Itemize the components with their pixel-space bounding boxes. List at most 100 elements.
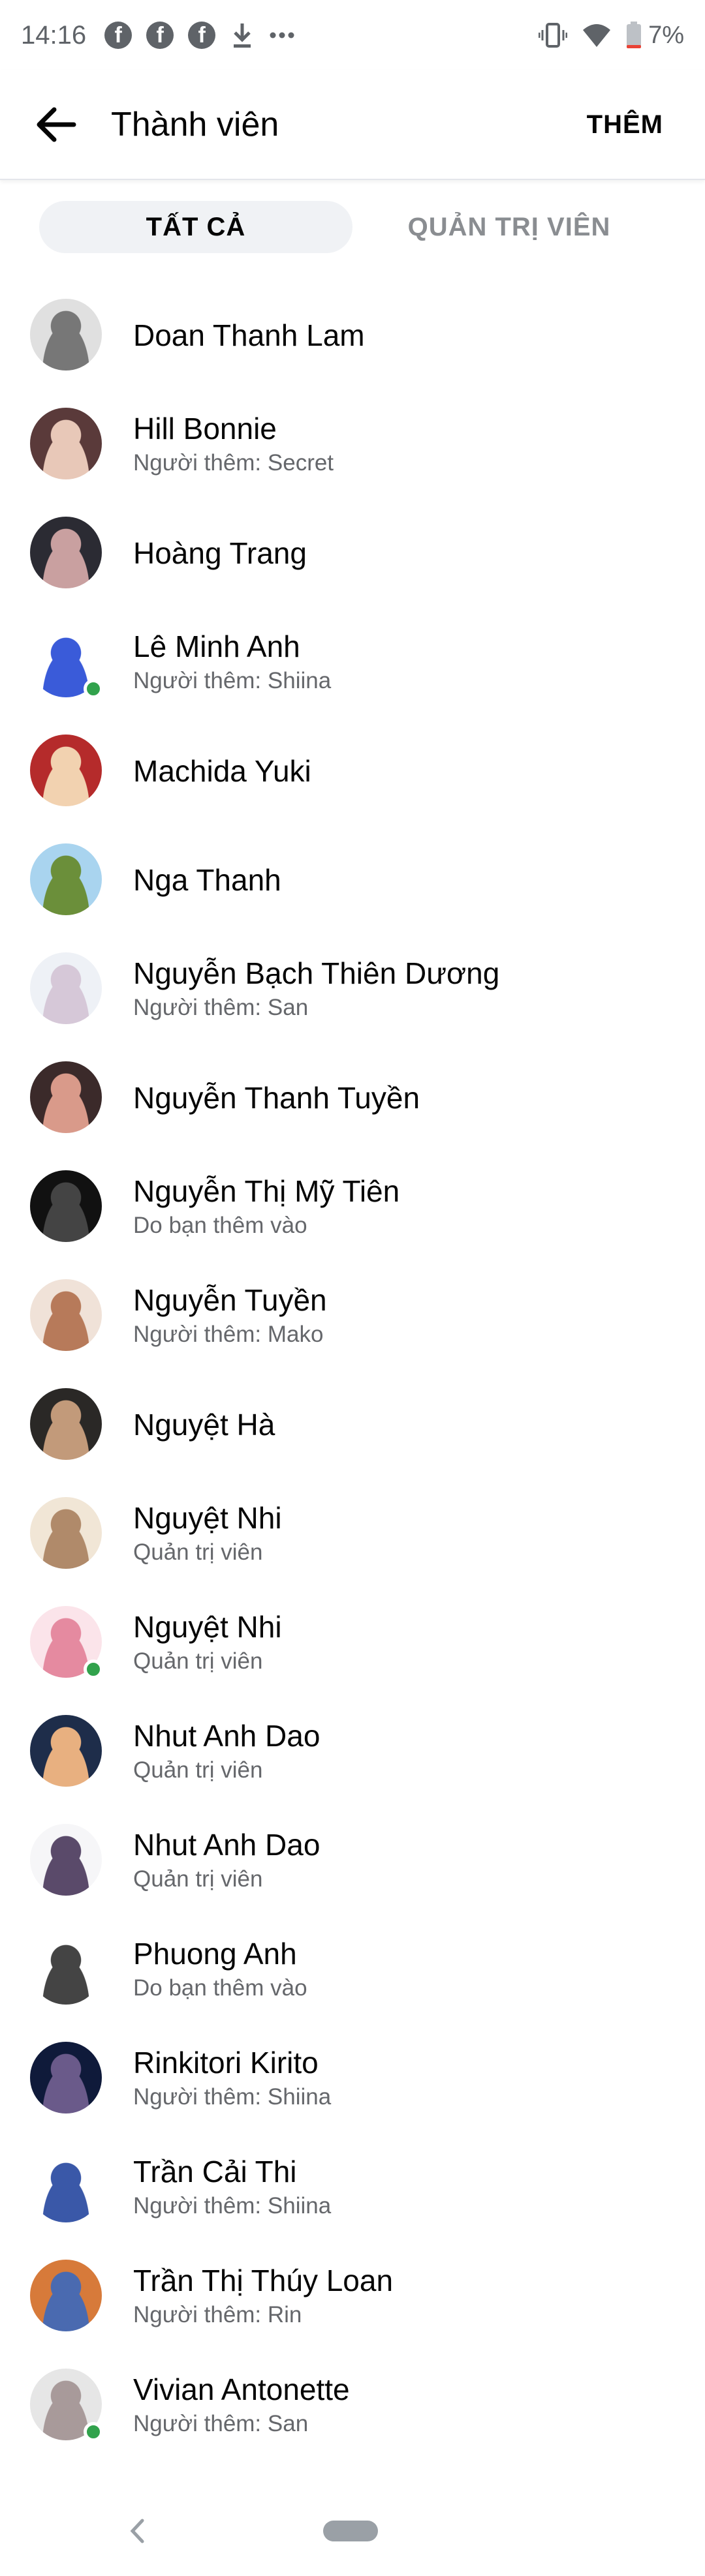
member-name: Nguyệt Hà — [133, 1407, 275, 1442]
avatar — [30, 1061, 102, 1133]
member-row[interactable]: Vivian Antonette Người thêm: San — [0, 2350, 705, 2459]
add-member-button[interactable]: THÊM — [587, 110, 663, 140]
avatar — [30, 1824, 102, 1896]
avatar — [30, 843, 102, 915]
battery-icon — [626, 22, 642, 49]
battery-percent: 7% — [648, 21, 684, 49]
avatar — [30, 2151, 102, 2222]
avatar — [30, 2369, 103, 2442]
member-row[interactable]: Nhut Anh Dao Quản trị viên — [0, 1697, 705, 1806]
avatar — [30, 517, 102, 588]
avatar — [30, 1497, 102, 1569]
avatar — [30, 2042, 102, 2114]
member-subtitle: Người thêm: Shiina — [133, 667, 332, 693]
member-name: Phuong Anh — [133, 1936, 297, 1971]
member-row[interactable]: Nguyễn Thanh Tuyền — [0, 1043, 705, 1152]
avatar — [30, 952, 102, 1024]
member-name: Hill Bonnie — [133, 411, 277, 446]
member-row[interactable]: Nguyệt Nhi Quản trị viên — [0, 1479, 705, 1588]
page-title: Thành viên — [111, 106, 279, 144]
online-status-dot — [84, 679, 103, 699]
tab-bar: TẤT CẢ QUẢN TRỊ VIÊN — [0, 196, 705, 261]
member-name: Nguyệt Nhi — [133, 1609, 282, 1644]
member-name: Doan Thanh Lam — [133, 318, 365, 352]
avatar — [30, 1279, 102, 1351]
member-row[interactable]: Rinkitori Kirito Người thêm: Shiina — [0, 2023, 705, 2132]
member-list: Doan Thanh Lam Hill Bonnie Người thêm: Sec… — [0, 280, 705, 2459]
member-subtitle: Quản trị viên — [133, 1866, 263, 1892]
member-name: Nguyễn Bạch Thiên Dương — [133, 956, 500, 990]
member-row[interactable]: Hoàng Trang — [0, 498, 705, 607]
avatar — [30, 1715, 102, 1787]
member-row[interactable]: Phuong Anh Do bạn thêm vào — [0, 1915, 705, 2023]
member-name: Rinkitori Kirito — [133, 2045, 319, 2080]
avatar — [30, 1170, 102, 1242]
member-subtitle: Người thêm: Shiina — [133, 2084, 332, 2110]
member-name: Trần Cải Thi — [133, 2154, 297, 2189]
member-name: Vivian Antonette — [133, 2372, 350, 2406]
member-name: Hoàng Trang — [133, 536, 307, 570]
member-subtitle: Người thêm: Shiina — [133, 2192, 332, 2219]
avatar — [30, 299, 102, 371]
member-row[interactable]: Nhut Anh Dao Quản trị viên — [0, 1806, 705, 1915]
member-subtitle: Quản trị viên — [133, 1539, 263, 1565]
avatar — [30, 2260, 102, 2331]
home-pill-icon[interactable] — [323, 2521, 378, 2541]
member-name: Nhut Anh Dao — [133, 1718, 321, 1753]
member-row[interactable]: Trần Cải Thi Người thêm: Shiina — [0, 2132, 705, 2241]
member-subtitle: Người thêm: San — [133, 2410, 309, 2436]
avatar — [30, 626, 103, 699]
facebook-icon: f — [146, 22, 174, 49]
online-status-dot — [84, 1659, 103, 1679]
avatar — [30, 1933, 102, 2005]
member-row[interactable]: Nguyệt Hà — [0, 1370, 705, 1479]
status-bar: 14:16 f f f 7% — [0, 0, 705, 70]
member-row[interactable]: Nga Thanh — [0, 825, 705, 934]
member-name: Lê Minh Anh — [133, 629, 300, 663]
vibrate-icon — [539, 21, 568, 50]
member-row[interactable]: Nguyễn Thị Mỹ Tiên Do bạn thêm vào — [0, 1152, 705, 1261]
tab-admins[interactable]: QUẢN TRỊ VIÊN — [352, 201, 666, 253]
member-name: Nguyễn Thanh Tuyền — [133, 1080, 420, 1115]
facebook-icon: f — [188, 22, 216, 49]
status-time: 14:16 — [21, 20, 87, 50]
more-icon — [269, 31, 295, 39]
member-row[interactable]: Hill Bonnie Người thêm: Secret — [0, 389, 705, 498]
member-subtitle: Người thêm: Secret — [133, 449, 334, 476]
member-subtitle: Người thêm: Mako — [133, 1321, 324, 1347]
online-status-dot — [84, 2422, 103, 2442]
download-icon — [230, 21, 255, 50]
member-subtitle: Quản trị viên — [133, 1648, 263, 1674]
avatar — [30, 408, 102, 479]
member-subtitle: Người thêm: San — [133, 994, 309, 1020]
member-row[interactable]: Lê Minh Anh Người thêm: Shiina — [0, 607, 705, 716]
member-row[interactable]: Nguyễn Tuyền Người thêm: Mako — [0, 1261, 705, 1370]
avatar — [30, 1606, 103, 1679]
system-nav-bar — [0, 2485, 705, 2576]
member-name: Nga Thanh — [133, 862, 281, 897]
member-name: Nguyệt Nhi — [133, 1500, 282, 1535]
tab-all[interactable]: TẤT CẢ — [39, 201, 352, 253]
wifi-icon — [582, 22, 612, 48]
member-subtitle: Do bạn thêm vào — [133, 1975, 307, 2001]
avatar — [30, 735, 102, 806]
back-button[interactable] — [13, 70, 98, 179]
member-name: Nhut Anh Dao — [133, 1827, 321, 1862]
facebook-icon: f — [104, 22, 133, 49]
arrow-left-icon — [37, 107, 76, 142]
app-bar: Thành viên THÊM — [0, 70, 705, 180]
back-chevron-icon[interactable] — [124, 2511, 150, 2551]
member-row[interactable]: Doan Thanh Lam — [0, 280, 705, 389]
member-subtitle: Người thêm: Rin — [133, 2301, 302, 2327]
member-row[interactable]: Trần Thị Thúy Loan Người thêm: Rin — [0, 2241, 705, 2350]
member-subtitle: Do bạn thêm vào — [133, 1212, 307, 1238]
member-row[interactable]: Nguyễn Bạch Thiên Dương Người thêm: San — [0, 934, 705, 1043]
member-name: Machida Yuki — [133, 753, 311, 788]
avatar — [30, 1388, 102, 1460]
member-subtitle: Quản trị viên — [133, 1757, 263, 1783]
member-name: Nguyễn Thị Mỹ Tiên — [133, 1174, 400, 1208]
member-name: Nguyễn Tuyền — [133, 1282, 327, 1317]
member-row[interactable]: Machida Yuki — [0, 716, 705, 825]
member-row[interactable]: Nguyệt Nhi Quản trị viên — [0, 1588, 705, 1697]
member-name: Trần Thị Thúy Loan — [133, 2263, 394, 2297]
